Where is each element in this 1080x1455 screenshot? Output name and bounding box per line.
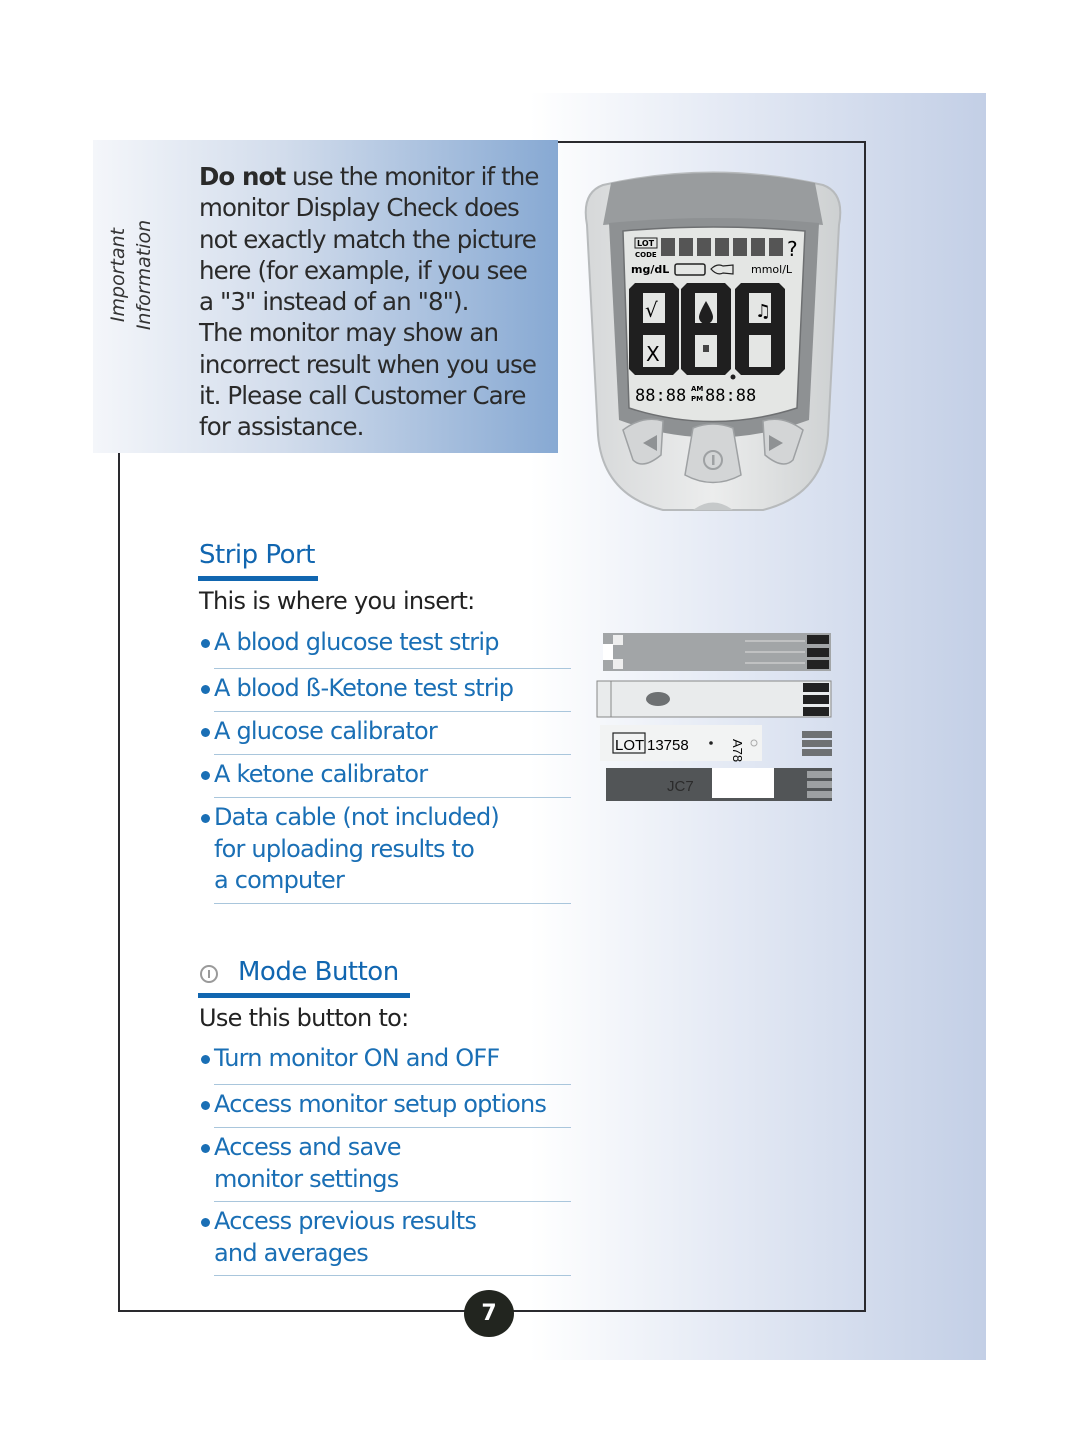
important-info-text: Do not use the monitor if the monitor Di… <box>199 161 559 443</box>
list-item: Access previous results and averages <box>199 1202 571 1276</box>
strip-port-title: Strip Port <box>199 540 315 570</box>
strip-port-intro: This is where you insert: <box>199 587 475 615</box>
list-item: A blood ß-Ketone test strip <box>199 669 571 712</box>
info-line: The monitor may show an <box>199 318 499 348</box>
list-item: Access and save monitor settings <box>199 1128 571 1202</box>
glucose-meter-illustration: LOT CODE ? mg/dL mmol/L √ X ♫ 88:88 AM P… <box>584 171 842 511</box>
info-line: monitor Display Check does <box>199 193 520 223</box>
lot-label: LOT <box>637 239 655 248</box>
page-number: 7 <box>464 1290 514 1337</box>
bullet-icon <box>201 728 210 737</box>
x-icon: X <box>646 342 660 366</box>
music-note-icon: ♫ <box>755 301 771 322</box>
list-item: A blood glucose test strip <box>199 627 571 669</box>
list-item-text: for uploading results to <box>214 834 475 863</box>
power-icon <box>200 965 218 983</box>
list-item-text: A blood ß-Ketone test strip <box>214 674 514 702</box>
info-line: use the monitor if the <box>285 162 539 191</box>
bullet-icon <box>201 1101 210 1110</box>
info-line: here (for example, if you see <box>199 255 528 285</box>
list-item-text: monitor settings <box>214 1164 399 1193</box>
list-item: Turn monitor ON and OFF <box>199 1043 571 1085</box>
unit-mmol-l: mmol/L <box>751 263 793 276</box>
question-mark: ? <box>787 237 798 261</box>
code-label: CODE <box>635 251 657 259</box>
glucose-calibrator: LOT 13758 A78 <box>600 725 832 762</box>
info-line: not exactly match the picture <box>199 224 537 254</box>
check-icon: √ <box>645 298 658 322</box>
strip-port-list: A blood glucose test strip A blood ß-Ket… <box>199 627 571 904</box>
unit-mg-dl: mg/dL <box>631 263 669 276</box>
list-item-text: Turn monitor ON and OFF <box>214 1044 500 1072</box>
do-not-emphasis: Do not <box>199 162 286 191</box>
divider <box>214 902 571 904</box>
list-item: Access monitor setup options <box>199 1085 571 1128</box>
am-label: AM <box>691 385 703 393</box>
list-item: A ketone calibrator <box>199 755 571 798</box>
list-item-text: Access monitor setup options <box>214 1090 547 1118</box>
bullet-icon <box>201 771 210 780</box>
info-line: incorrect result when you use <box>199 349 537 379</box>
mode-button-list: Turn monitor ON and OFF Access monitor s… <box>199 1043 571 1276</box>
bullet-icon <box>201 1055 210 1064</box>
calibrator-code: JC7 <box>667 778 694 795</box>
info-line: for assistance. <box>199 412 364 442</box>
list-item-text: A ketone calibrator <box>214 760 428 788</box>
lcd-dot-matrix <box>661 238 783 256</box>
mode-button[interactable] <box>684 423 742 484</box>
important-info-side-label: Important Information <box>105 200 175 350</box>
test-strips-illustration: LOT 13758 A78 JC7 <box>596 633 832 801</box>
lot-label: LOT <box>615 737 644 754</box>
side-label-line1: Important <box>107 227 129 323</box>
pm-label: PM <box>691 395 703 403</box>
time-right: 88:88 <box>705 386 756 406</box>
bullet-icon <box>201 814 210 823</box>
strip-port-title-underline <box>198 576 318 581</box>
time-left: 88:88 <box>635 386 686 406</box>
ketone-test-strip <box>596 680 832 718</box>
info-line: it. Please call Customer Care <box>199 381 526 411</box>
strip-icon <box>703 345 709 352</box>
list-item-text: A glucose calibrator <box>214 717 438 745</box>
mode-button-title-underline <box>198 993 410 998</box>
list-item: Data cable (not included) for uploading … <box>199 798 571 904</box>
bullet-icon <box>201 639 210 648</box>
list-item-text: A blood glucose test strip <box>214 628 499 656</box>
bullet-icon <box>201 1218 210 1227</box>
glucose-test-strip <box>603 633 831 671</box>
list-item: A glucose calibrator <box>199 712 571 755</box>
list-item-text: and averages <box>214 1238 369 1267</box>
ketone-calibrator: JC7 <box>606 768 832 801</box>
info-line: a "3" instead of an "8"). <box>199 287 469 317</box>
mode-button-title: Mode Button <box>238 957 399 987</box>
mode-button-intro: Use this button to: <box>199 1004 409 1032</box>
lot-number: 13758 <box>647 737 689 754</box>
list-item-text: a computer <box>214 866 345 894</box>
list-item-text: Access and save <box>214 1133 402 1161</box>
bullet-icon <box>201 1144 210 1153</box>
list-item-text: Access previous results <box>214 1207 477 1235</box>
divider <box>214 1274 571 1276</box>
side-label-line2: Information <box>133 219 155 331</box>
list-item-text: Data cable (not included) <box>214 803 500 831</box>
lot-code: A78 <box>730 739 745 762</box>
bullet-icon <box>201 685 210 694</box>
